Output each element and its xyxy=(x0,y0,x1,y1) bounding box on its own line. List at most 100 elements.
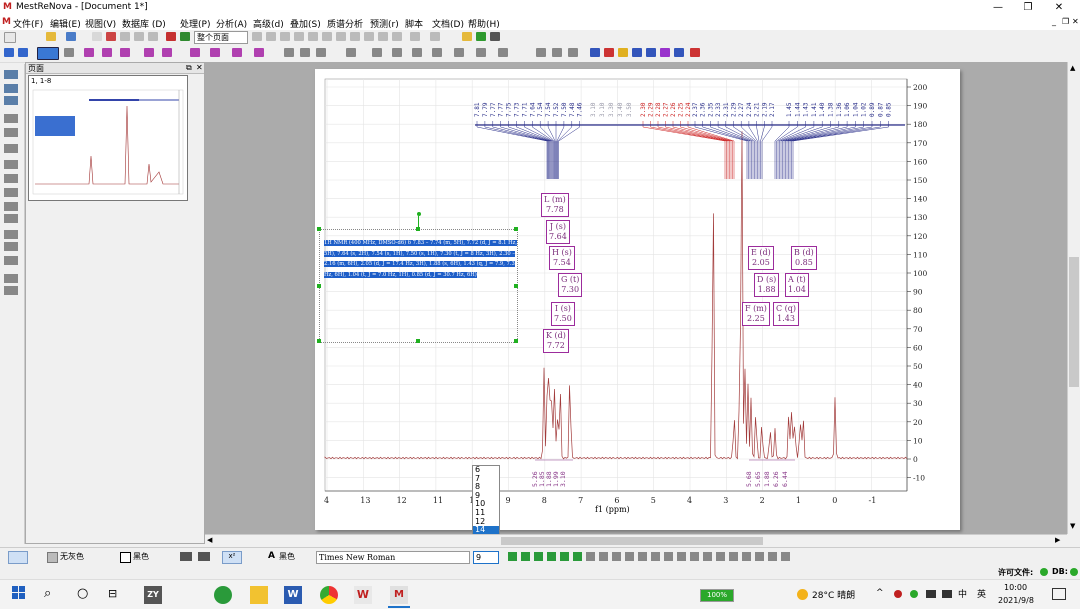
network-icon[interactable] xyxy=(926,590,936,598)
resize-handle-bc[interactable] xyxy=(416,339,420,343)
close-panel-button[interactable]: ✕ xyxy=(196,63,203,72)
font-size-select[interactable]: 9 xyxy=(473,551,499,564)
reference-icon[interactable] xyxy=(120,48,130,57)
paste-icon[interactable] xyxy=(148,32,158,41)
nmr-tool-icon[interactable] xyxy=(64,48,74,57)
zy-app-icon[interactable]: ZY xyxy=(144,586,162,604)
new-document-icon[interactable] xyxy=(4,32,16,43)
menu-database[interactable]: 数据库 (D) xyxy=(122,17,166,30)
menu-mass-spec[interactable]: 质谱分析 xyxy=(327,17,363,30)
multiplet-icon[interactable] xyxy=(37,47,59,60)
cursor-icon[interactable] xyxy=(336,32,346,41)
resize-handle-tc[interactable] xyxy=(416,227,420,231)
fill-color-label[interactable]: 无灰色 xyxy=(60,551,84,562)
zoom-icon[interactable] xyxy=(755,552,764,561)
stop-script-icon[interactable] xyxy=(490,32,500,41)
resize-handle-ml[interactable] xyxy=(317,284,321,288)
atom-icon[interactable] xyxy=(690,48,700,57)
search-icon[interactable]: ⌕ xyxy=(44,586,62,604)
copy-icon[interactable] xyxy=(134,32,144,41)
superscript-icon[interactable]: x² xyxy=(222,551,242,564)
zoom-out-icon[interactable] xyxy=(266,32,276,41)
weather-text[interactable]: 28°C 晴朗 xyxy=(812,588,855,601)
tag-icon[interactable] xyxy=(4,188,18,197)
script-icon[interactable] xyxy=(410,32,420,41)
open-folder-icon[interactable] xyxy=(46,32,56,41)
pin-icon[interactable] xyxy=(604,48,614,57)
grid-view-icon[interactable] xyxy=(4,286,18,295)
columns-icon[interactable] xyxy=(4,48,14,57)
pdf-icon[interactable] xyxy=(106,32,116,41)
label-icon[interactable] xyxy=(781,552,790,561)
menu-document[interactable]: 文档(D) xyxy=(432,17,464,30)
zoom-fit-icon[interactable] xyxy=(280,32,290,41)
redo-icon[interactable] xyxy=(180,32,190,41)
pointer-icon[interactable] xyxy=(646,48,656,57)
arrow-icon[interactable] xyxy=(632,48,642,57)
tray-app-icon[interactable] xyxy=(894,590,902,598)
export-icon[interactable] xyxy=(651,552,660,561)
undo-icon[interactable] xyxy=(166,32,176,41)
overlay-icon[interactable] xyxy=(690,552,699,561)
clock-time[interactable]: 10:00 xyxy=(1004,583,1027,592)
menu-edit[interactable]: 编辑(E) xyxy=(50,17,81,30)
line-tool-icon[interactable] xyxy=(568,48,578,57)
menu-advanced[interactable]: 高级(d) xyxy=(253,17,284,30)
vertical-scroll-thumb[interactable] xyxy=(1069,257,1079,387)
sun-weather-icon[interactable] xyxy=(797,589,808,600)
save-icon[interactable] xyxy=(66,32,76,41)
layer-icon[interactable] xyxy=(4,242,18,251)
pencil-icon[interactable] xyxy=(4,160,18,169)
file-explorer-icon[interactable] xyxy=(250,586,268,604)
draw-icon[interactable] xyxy=(536,48,546,57)
ft-icon[interactable] xyxy=(521,552,530,561)
star-icon[interactable] xyxy=(378,32,388,41)
task-view-icon[interactable]: ⊟ xyxy=(108,586,126,604)
text-selection-frame[interactable] xyxy=(319,229,518,343)
zero-fill-icon[interactable] xyxy=(573,552,582,561)
scroll-down-icon[interactable]: ▼ xyxy=(1070,522,1075,530)
line-color-swatch[interactable] xyxy=(120,552,131,563)
chrome-icon[interactable] xyxy=(320,586,338,604)
export-icon[interactable] xyxy=(430,32,440,41)
reference-icon[interactable] xyxy=(586,552,595,561)
layout-icon[interactable] xyxy=(300,48,310,57)
resize-handle-tr[interactable] xyxy=(514,227,518,231)
peak-box-F[interactable]: F (m) 2.25 xyxy=(742,302,770,326)
sort-icon[interactable] xyxy=(4,144,18,153)
stack-icon[interactable] xyxy=(677,552,686,561)
bond-icon[interactable] xyxy=(674,48,684,57)
crosshair-icon[interactable] xyxy=(350,32,360,41)
align-icon[interactable] xyxy=(4,114,18,123)
edit-script-icon[interactable] xyxy=(462,32,472,41)
battery-indicator[interactable]: 100% xyxy=(700,589,734,602)
line-style-icon[interactable] xyxy=(180,552,192,561)
axis-icon[interactable] xyxy=(768,552,777,561)
notification-icon[interactable] xyxy=(1052,588,1066,600)
move-icon[interactable] xyxy=(4,214,18,223)
apodize-icon[interactable] xyxy=(560,552,569,561)
run-script-icon[interactable] xyxy=(476,32,486,41)
wps-icon[interactable]: W xyxy=(354,586,372,604)
shape-icon[interactable] xyxy=(454,48,464,57)
ime-language[interactable]: 英 xyxy=(977,587,986,600)
document-icon[interactable]: M xyxy=(2,17,11,27)
layout-icon[interactable] xyxy=(664,552,673,561)
menu-predict[interactable]: 预测(r) xyxy=(370,17,399,30)
chemdraw-icon[interactable] xyxy=(214,586,232,604)
properties-icon[interactable] xyxy=(4,96,18,105)
maximize-button[interactable]: ❐ xyxy=(1014,0,1042,16)
phase-correct-icon[interactable] xyxy=(534,552,543,561)
print-preview-icon[interactable] xyxy=(4,274,18,283)
undock-icon[interactable]: ⧉ xyxy=(186,63,192,73)
group-icon[interactable] xyxy=(4,230,18,239)
peak-box-L[interactable]: L (m) 7.78 xyxy=(541,193,569,217)
grid-icon[interactable] xyxy=(18,48,28,57)
page-view-select[interactable]: 整个页面 xyxy=(194,31,248,44)
fit-icon[interactable] xyxy=(232,48,242,57)
select-icon[interactable] xyxy=(308,32,318,41)
inspect-icon[interactable] xyxy=(364,32,374,41)
peak-box-H[interactable]: H (s) 7.54 xyxy=(549,246,575,270)
multiplet-analysis-icon[interactable] xyxy=(210,48,220,57)
resize-handle-bl[interactable] xyxy=(317,339,321,343)
